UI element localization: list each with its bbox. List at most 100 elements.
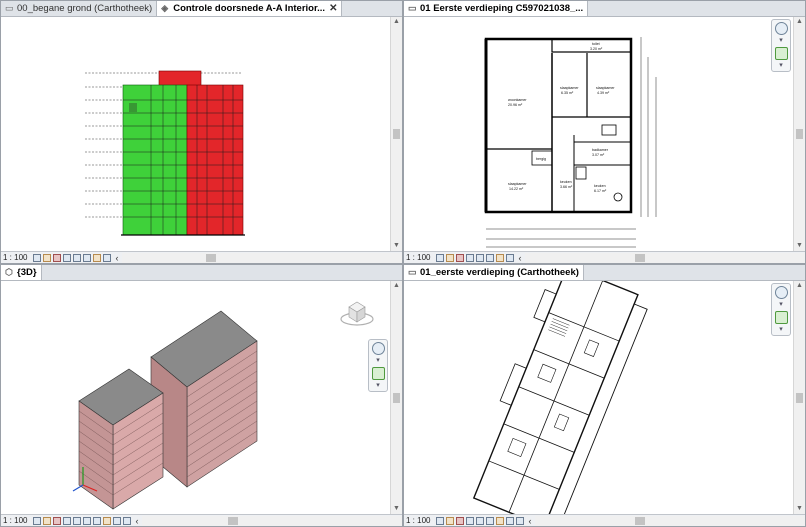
- tab-bar: ▭ 01_eerste verdieping (Carthotheek): [404, 265, 805, 281]
- visual-style-icon[interactable]: [43, 516, 52, 525]
- view-scale[interactable]: 1 : 100: [1, 516, 33, 525]
- visual-style-icon[interactable]: [43, 253, 52, 262]
- shadows-icon[interactable]: [466, 516, 475, 525]
- navigation-bar: ▾ ▾: [771, 283, 791, 336]
- crop-view-icon[interactable]: [476, 253, 485, 262]
- tab-3d[interactable]: ⬡ {3D}: [1, 265, 42, 280]
- floorplan-icon: ▭: [408, 267, 417, 277]
- zoom-icon[interactable]: [774, 311, 788, 324]
- temp-hide-icon[interactable]: [93, 253, 102, 262]
- view-pane-3d[interactable]: ⬡ {3D} ▾ ▾ ▲ ▼ 1: 100 ‹: [0, 264, 403, 527]
- view-scale[interactable]: 1 : 100: [404, 253, 436, 262]
- svg-text:14.22 m²: 14.22 m²: [509, 187, 524, 191]
- tab-eerste-verdieping-carthotheek[interactable]: ▭ 01_eerste verdieping (Carthotheek): [404, 265, 584, 280]
- view-scale[interactable]: 1 : 100: [1, 253, 33, 262]
- crop-view-icon[interactable]: [476, 516, 485, 525]
- navigation-bar: ▾ ▾: [771, 19, 791, 72]
- svg-text:keuken: keuken: [560, 180, 572, 184]
- stair: [548, 318, 570, 337]
- vertical-scrollbar[interactable]: ▲ ▼: [390, 281, 402, 514]
- chevron-left-icon[interactable]: ‹: [518, 253, 521, 263]
- steering-wheel-icon[interactable]: [774, 22, 788, 35]
- show-crop-icon[interactable]: [486, 516, 495, 525]
- view-pane-floorplan-eerste[interactable]: ▭ 01 Eerste verdieping C597021038_... to…: [403, 0, 806, 264]
- floorplan-canvas[interactable]: toilet 3.20 m² woonkamer 20.96 m² slaapk…: [404, 17, 793, 251]
- horizontal-scrollbar[interactable]: [535, 515, 805, 526]
- svg-text:20.96 m²: 20.96 m²: [508, 103, 523, 107]
- view-control-icons: ‹: [33, 253, 118, 263]
- svg-text:toilet: toilet: [592, 42, 600, 46]
- reveal-hidden-icon[interactable]: [103, 253, 112, 262]
- temp-hide-icon[interactable]: [496, 516, 505, 525]
- visual-style-icon[interactable]: [446, 253, 455, 262]
- steering-wheel-icon[interactable]: [774, 286, 788, 299]
- temp-hide-icon[interactable]: [113, 516, 122, 525]
- view-pane-floorplan-carthotheek[interactable]: ▭ 01_eerste verdieping (Carthotheek) ▾ ▾…: [403, 264, 806, 527]
- visual-style-icon[interactable]: [446, 516, 455, 525]
- detail-level-icon[interactable]: [33, 253, 42, 262]
- horizontal-scrollbar[interactable]: [525, 252, 805, 263]
- reveal-hidden-icon[interactable]: [506, 253, 515, 262]
- horizontal-scrollbar[interactable]: [142, 515, 402, 526]
- shadows-icon[interactable]: [63, 516, 72, 525]
- revit-tiled-views: ▭ 00_begane grond (Carthotheek) ◈ Contro…: [0, 0, 806, 527]
- vertical-scrollbar[interactable]: ▲ ▼: [390, 17, 402, 251]
- view-cube[interactable]: [339, 297, 375, 327]
- steering-wheel-icon[interactable]: [371, 342, 385, 355]
- plan-walls: [484, 37, 633, 214]
- show-crop-icon[interactable]: [93, 516, 102, 525]
- reveal-hidden-icon[interactable]: [123, 516, 132, 525]
- view-control-icons: ‹: [436, 253, 521, 263]
- sun-path-icon[interactable]: [53, 516, 62, 525]
- close-icon[interactable]: ✕: [329, 3, 337, 14]
- tab-eerste-verdieping[interactable]: ▭ 01 Eerste verdieping C597021038_...: [404, 1, 589, 16]
- crop-view-icon[interactable]: [83, 516, 92, 525]
- chevron-left-icon[interactable]: ‹: [135, 516, 138, 526]
- zoom-icon[interactable]: [774, 47, 788, 60]
- view-control-icons: ‹: [33, 516, 138, 526]
- reveal-hidden-icon[interactable]: [506, 516, 515, 525]
- detail-level-icon[interactable]: [436, 516, 445, 525]
- lock-view-icon[interactable]: [103, 516, 112, 525]
- svg-text:slaapkamer: slaapkamer: [560, 86, 579, 90]
- vertical-scrollbar[interactable]: ▲ ▼: [793, 281, 805, 514]
- view-pane-section[interactable]: ▭ 00_begane grond (Carthotheek) ◈ Contro…: [0, 0, 403, 264]
- navigation-bar: ▾ ▾: [368, 339, 388, 392]
- floorplan-icon: ▭: [408, 3, 417, 13]
- vertical-scrollbar[interactable]: ▲ ▼: [793, 17, 805, 251]
- view-control-bar: 1 : 100 ‹: [1, 251, 402, 263]
- shadows-icon[interactable]: [63, 253, 72, 262]
- analytical-model-icon[interactable]: [516, 516, 525, 525]
- crop-view-icon[interactable]: [73, 253, 82, 262]
- svg-text:badkamer: badkamer: [592, 148, 609, 152]
- show-crop-icon[interactable]: [486, 253, 495, 262]
- svg-text:6.17 m²: 6.17 m²: [594, 189, 607, 193]
- 3d-canvas[interactable]: [1, 281, 390, 514]
- detail-level-icon[interactable]: [436, 253, 445, 262]
- cube-icon: ⬡: [5, 267, 13, 277]
- chevron-left-icon[interactable]: ‹: [115, 253, 118, 263]
- horizontal-scrollbar[interactable]: [122, 252, 402, 263]
- tab-bar: ⬡ {3D}: [1, 265, 402, 281]
- render-icon[interactable]: [73, 516, 82, 525]
- temp-hide-icon[interactable]: [496, 253, 505, 262]
- sun-path-icon[interactable]: [53, 253, 62, 262]
- roof-volume: [158, 70, 202, 88]
- detail-level-icon[interactable]: [33, 516, 42, 525]
- chevron-left-icon[interactable]: ‹: [528, 516, 531, 526]
- svg-text:3.20 m²: 3.20 m²: [590, 47, 603, 51]
- view-control-bar: 1 : 100 ‹: [1, 514, 402, 526]
- svg-text:4.39 m²: 4.39 m²: [597, 91, 610, 95]
- svg-text:3.07 m²: 3.07 m²: [592, 153, 605, 157]
- sun-path-icon[interactable]: [456, 253, 465, 262]
- section-canvas[interactable]: [1, 17, 390, 251]
- view-scale[interactable]: 1 : 100: [404, 516, 436, 525]
- tab-controle-doorsnede[interactable]: ◈ Controle doorsnede A-A Interior... ✕: [157, 1, 343, 16]
- show-crop-icon[interactable]: [83, 253, 92, 262]
- sun-path-icon[interactable]: [456, 516, 465, 525]
- tab-label: 00_begane grond (Carthotheek): [17, 3, 153, 14]
- rotated-plan-canvas[interactable]: [404, 281, 793, 516]
- shadows-icon[interactable]: [466, 253, 475, 262]
- zoom-icon[interactable]: [371, 367, 385, 380]
- tab-begane-grond[interactable]: ▭ 00_begane grond (Carthotheek): [1, 1, 158, 16]
